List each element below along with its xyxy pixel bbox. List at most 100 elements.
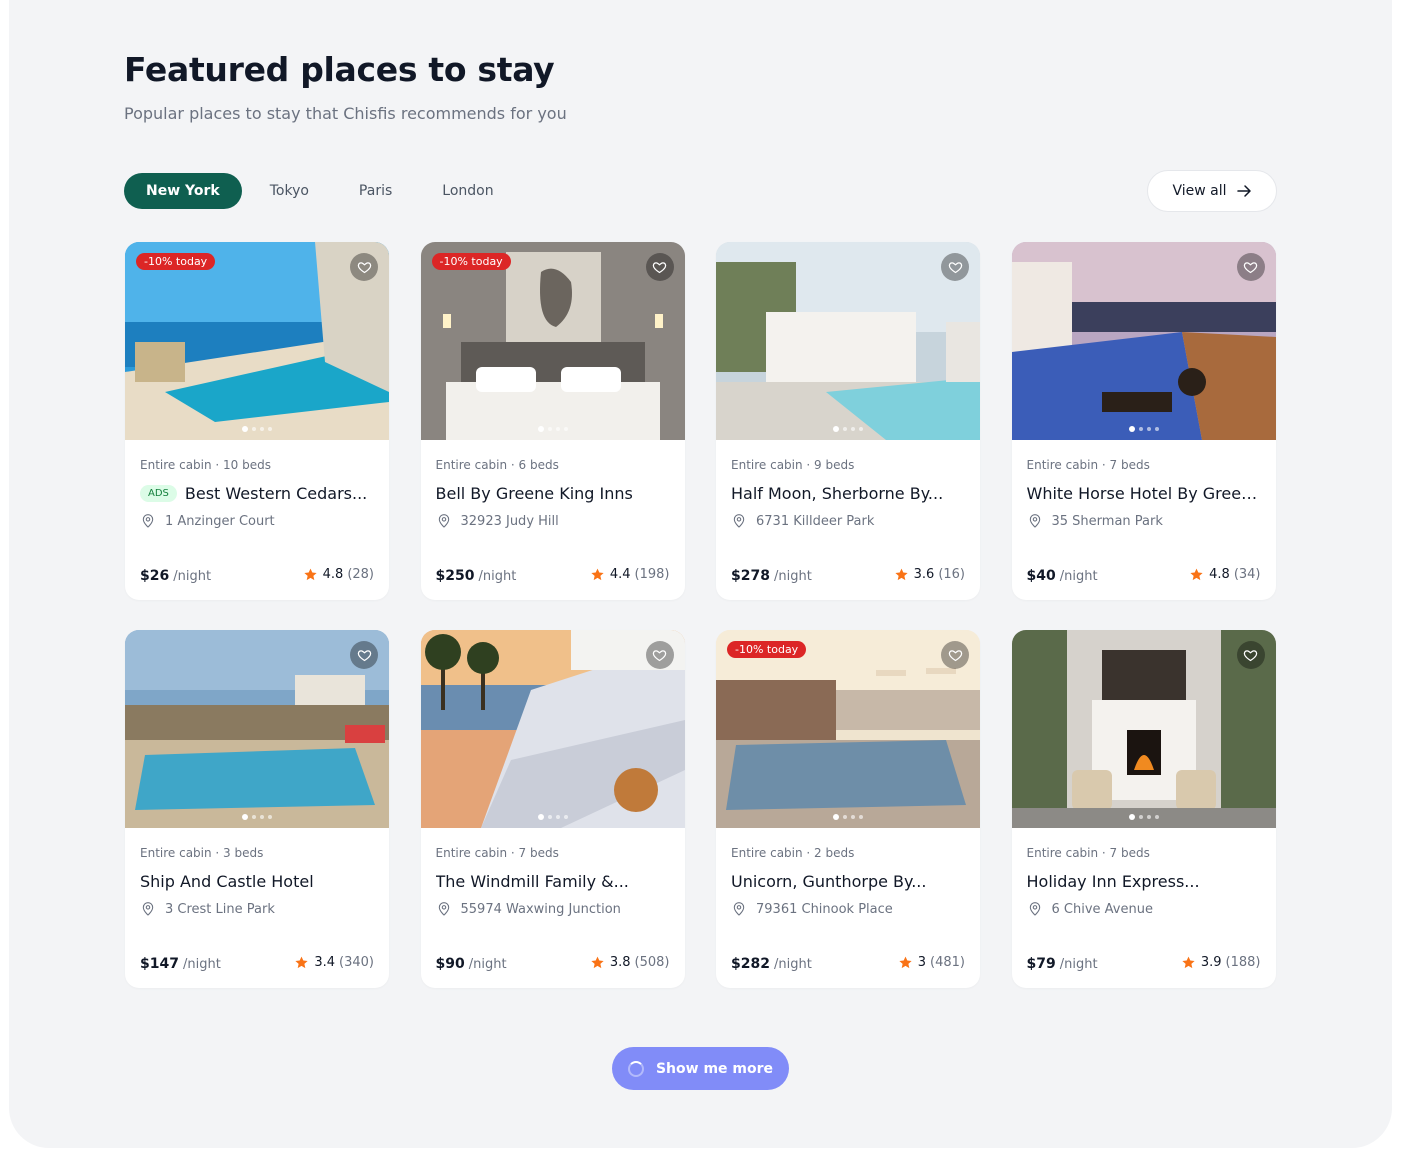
listing-card[interactable]: Entire cabin · 7 beds The Windmill Famil… — [420, 630, 685, 988]
listing-address-row: 79361 Chinook Place — [731, 901, 965, 917]
heart-icon — [652, 261, 667, 273]
loading-spinner-icon — [627, 1060, 644, 1077]
listing-title[interactable]: Half Moon, Sherborne By... — [731, 484, 943, 503]
listing-address: 6 Chive Avenue — [1051, 901, 1153, 917]
listing-rating: 3.4 (340) — [294, 955, 374, 970]
listing-price: $90 — [435, 956, 465, 972]
tab-tokyo[interactable]: Tokyo — [248, 173, 331, 209]
map-pin-icon — [733, 902, 745, 916]
tab-paris[interactable]: Paris — [337, 173, 414, 209]
ads-badge: ADS — [140, 484, 177, 502]
heart-icon — [652, 649, 667, 661]
show-more-button[interactable]: Show me more — [612, 1047, 789, 1090]
listing-image — [1011, 242, 1276, 440]
review-count: (188) — [1225, 955, 1261, 970]
carousel-dots[interactable] — [537, 814, 568, 820]
carousel-dots[interactable] — [1128, 426, 1159, 432]
star-icon — [895, 568, 908, 581]
carousel-dots[interactable] — [833, 814, 863, 820]
favorite-button[interactable] — [645, 253, 674, 281]
listing-rating: 4.4 (198) — [590, 567, 670, 582]
listing-card[interactable]: Entire cabin · 7 beds Holiday Inn Expres… — [1011, 630, 1276, 988]
listing-meta: Entire cabin · 2 beds — [731, 846, 855, 860]
carousel-dots[interactable] — [242, 814, 272, 820]
listing-photo[interactable] — [716, 242, 980, 440]
heart-icon — [948, 261, 962, 273]
listing-card[interactable]: Entire cabin · 9 beds Half Moon, Sherbor… — [716, 242, 980, 600]
listing-card[interactable]: Entire cabin · 3 beds Ship And Castle Ho… — [125, 630, 389, 988]
heart-icon — [357, 261, 371, 273]
favorite-button[interactable] — [645, 641, 674, 669]
listing-rating: 4.8 (34) — [1189, 567, 1261, 582]
star-icon — [1190, 568, 1203, 581]
listing-card[interactable]: -10% today Entire cabin · 6 beds Bell By… — [420, 242, 685, 600]
carousel-dots[interactable] — [242, 426, 272, 432]
listing-address: 32923 Judy Hill — [460, 513, 559, 529]
listing-photo[interactable]: -10% today — [420, 242, 685, 440]
listing-image — [716, 242, 980, 440]
listing-meta: Entire cabin · 9 beds — [731, 458, 855, 472]
listing-price: $79 — [1026, 956, 1056, 972]
favorite-button[interactable] — [941, 641, 969, 669]
map-pin-icon — [1029, 902, 1040, 916]
favorite-button[interactable] — [1236, 253, 1265, 281]
price-unit: /night — [773, 569, 812, 584]
tab-new-york[interactable]: New York — [124, 173, 242, 209]
review-count: (508) — [634, 955, 670, 970]
carousel-dots[interactable] — [1128, 814, 1159, 820]
map-pin-icon — [142, 902, 154, 916]
listing-title[interactable]: White Horse Hotel By Green... — [1027, 484, 1261, 503]
star-icon — [899, 956, 912, 969]
star-icon — [304, 568, 317, 581]
listing-address-row: 32923 Judy Hill — [436, 513, 670, 529]
price-unit: /night — [1059, 569, 1098, 584]
favorite-button[interactable] — [1236, 641, 1265, 669]
listing-title[interactable]: Best Western Cedars... — [185, 484, 367, 503]
rating-score: 3 — [917, 955, 927, 970]
listing-title[interactable]: Ship And Castle Hotel — [140, 872, 314, 891]
listing-address: 35 Sherman Park — [1051, 513, 1163, 529]
carousel-dots[interactable] — [537, 426, 568, 432]
favorite-button[interactable] — [350, 253, 378, 281]
listing-photo[interactable] — [1011, 242, 1276, 440]
listing-address: 79361 Chinook Place — [756, 901, 893, 917]
discount-badge: -10% today — [136, 253, 216, 270]
favorite-button[interactable] — [941, 253, 969, 281]
listing-photo[interactable] — [420, 630, 685, 828]
listing-title[interactable]: Bell By Greene King Inns — [436, 484, 633, 503]
discount-badge: -10% today — [431, 253, 511, 270]
listing-title[interactable]: The Windmill Family &... — [436, 872, 629, 891]
listing-photo[interactable]: -10% today — [716, 630, 980, 828]
listing-rating: 3.8 (508) — [590, 955, 670, 970]
listing-address: 1 Anzinger Court — [165, 513, 275, 529]
review-count: (16) — [938, 567, 965, 582]
listing-card[interactable]: Entire cabin · 7 beds White Horse Hotel … — [1011, 242, 1276, 600]
map-pin-icon — [142, 514, 154, 528]
listing-card[interactable]: -10% today Entire cabin · 10 beds ADS Be… — [125, 242, 389, 600]
rating-score: 4.8 — [322, 567, 344, 582]
section-title: Featured places to stay — [124, 50, 555, 89]
listing-rating: 3.6 (16) — [894, 567, 965, 582]
star-icon — [591, 956, 604, 969]
listing-price: $26 — [140, 568, 170, 584]
listing-photo[interactable] — [1011, 630, 1276, 828]
listing-price: $278 — [731, 568, 770, 584]
tab-london[interactable]: London — [420, 173, 515, 209]
listing-photo[interactable] — [125, 630, 389, 828]
listing-title[interactable]: Holiday Inn Express... — [1027, 872, 1200, 891]
favorite-button[interactable] — [350, 641, 378, 669]
listing-card[interactable]: -10% today Entire cabin · 2 beds Unicorn… — [716, 630, 980, 988]
review-count: (198) — [634, 567, 670, 582]
listing-image — [420, 630, 685, 828]
listing-price: $147 — [140, 956, 179, 972]
price-unit: /night — [478, 569, 517, 584]
map-pin-icon — [1029, 514, 1040, 528]
map-pin-icon — [438, 514, 449, 528]
view-all-button[interactable]: View all — [1147, 170, 1277, 212]
listing-address-row: 35 Sherman Park — [1027, 513, 1261, 529]
listing-image — [716, 630, 980, 828]
carousel-dots[interactable] — [833, 426, 863, 432]
section-subtitle: Popular places to stay that Chisfis reco… — [124, 104, 567, 123]
listing-photo[interactable]: -10% today — [125, 242, 389, 440]
listing-title[interactable]: Unicorn, Gunthorpe By... — [731, 872, 926, 891]
